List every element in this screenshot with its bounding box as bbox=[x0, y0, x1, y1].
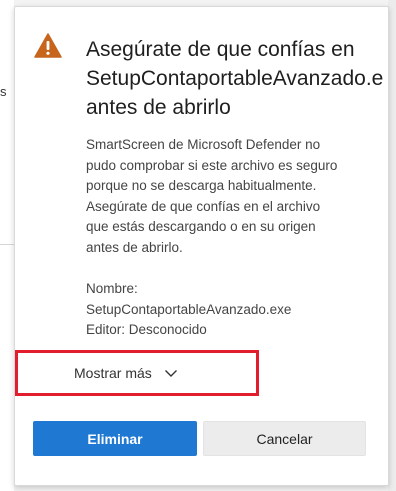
cancel-button[interactable]: Cancelar bbox=[203, 421, 366, 456]
delete-button[interactable]: Eliminar bbox=[33, 421, 197, 456]
dialog-title: Asegúrate de que confías en SetupContapo… bbox=[86, 35, 386, 122]
chevron-down-icon bbox=[164, 370, 177, 377]
show-more-button[interactable]: Mostrar más bbox=[15, 350, 259, 396]
dialog-title-line: SetupContaportableAvanzado.e bbox=[86, 67, 384, 90]
dialog-title-line: Asegúrate de que confías en bbox=[86, 38, 355, 61]
warning-triangle-icon bbox=[34, 33, 62, 58]
file-details: Nombre: SetupContaportableAvanzado.exe E… bbox=[86, 279, 376, 341]
file-name-label: Nombre: bbox=[86, 281, 138, 296]
description-line: porque no se descarga habitualmente. bbox=[86, 178, 317, 193]
publisher-value: Editor: Desconocido bbox=[86, 322, 207, 337]
smartscreen-warning-dialog: Asegúrate de que confías en SetupContapo… bbox=[14, 6, 389, 486]
description-line: pudo comprobar si este archivo es seguro bbox=[86, 157, 338, 173]
description-line: SmartScreen de Microsoft Defender no bbox=[86, 137, 321, 152]
background-divider bbox=[0, 244, 14, 245]
dialog-title-line: antes de abrirlo bbox=[86, 96, 231, 119]
description-line: antes de abrirlo. bbox=[86, 239, 183, 255]
dialog-description: SmartScreen de Microsoft Defender no pud… bbox=[86, 135, 371, 258]
show-more-label: Mostrar más bbox=[74, 365, 152, 381]
description-line: que estás descargando o en su origen bbox=[86, 219, 316, 234]
background-panel bbox=[0, 0, 14, 491]
background-text-fragment: s bbox=[0, 84, 7, 99]
background-scroll-area bbox=[388, 0, 396, 491]
file-name-value: SetupContaportableAvanzado.exe bbox=[86, 301, 292, 317]
description-line: Asegúrate de que confías en el archivo bbox=[86, 198, 321, 214]
